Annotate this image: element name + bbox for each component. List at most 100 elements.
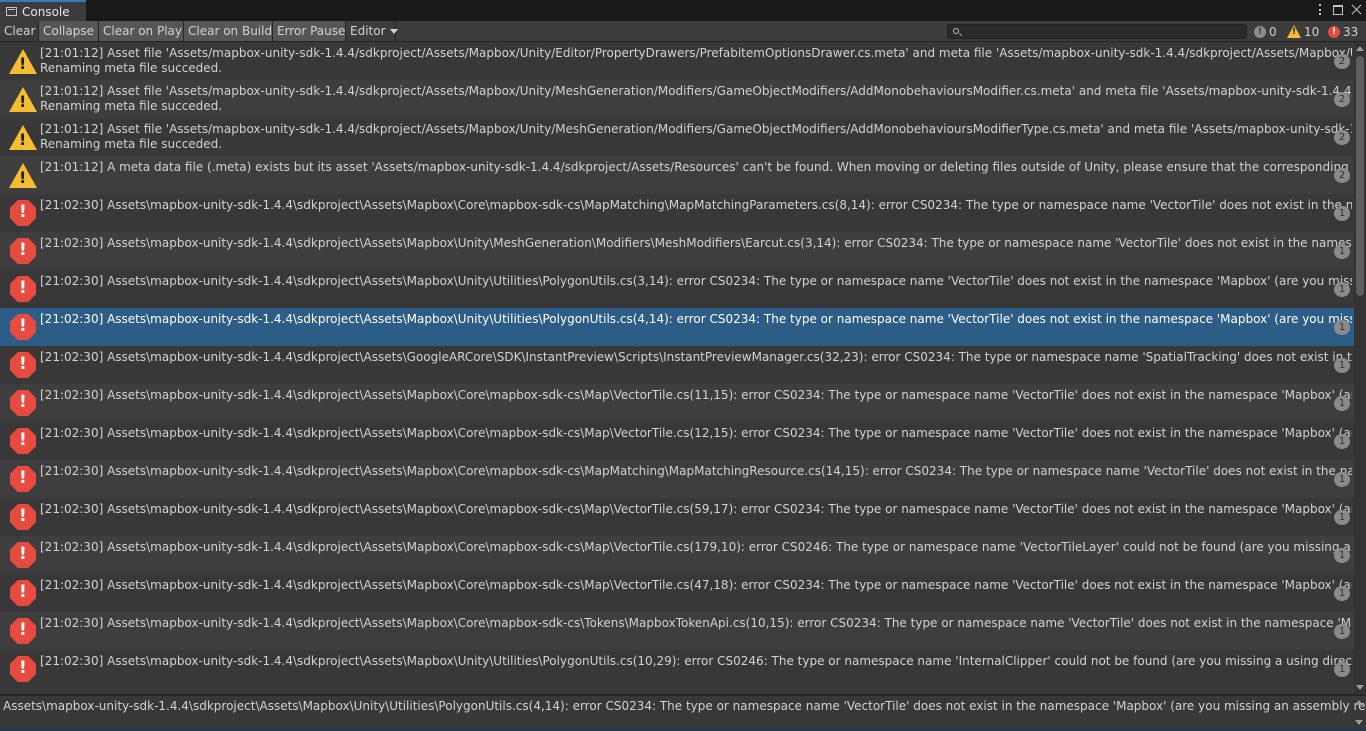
- log-entry-line1: [21:02:30] Assets\mapbox-unity-sdk-1.4.4…: [40, 236, 1352, 250]
- scrollbar-thumb[interactable]: [1356, 56, 1364, 296]
- log-entry-count-badge: 1: [1334, 586, 1350, 601]
- log-entry[interactable]: [21:01:12] Asset file 'Assets/mapbox-uni…: [0, 118, 1354, 156]
- log-entry-line1: [21:01:12] A meta data file (.meta) exis…: [40, 160, 1352, 174]
- error-icon: [9, 389, 37, 417]
- error-octagon-icon: [10, 656, 36, 682]
- log-entry[interactable]: [21:01:12] Asset file 'Assets/mapbox-uni…: [0, 42, 1354, 80]
- log-entry[interactable]: [21:02:30] Assets\mapbox-unity-sdk-1.4.4…: [0, 612, 1354, 650]
- log-entry[interactable]: [21:02:30] Assets\mapbox-unity-sdk-1.4.4…: [0, 346, 1354, 384]
- log-entry-count-badge: 2: [1334, 130, 1350, 145]
- log-entry-line1: [21:02:30] Assets\mapbox-unity-sdk-1.4.4…: [40, 616, 1352, 630]
- clear-button[interactable]: Clear: [0, 21, 39, 41]
- tab-console[interactable]: Console: [0, 0, 86, 21]
- clear-on-play-toggle[interactable]: Clear on Play: [99, 21, 184, 41]
- log-entry[interactable]: [21:02:30] Assets\mapbox-unity-sdk-1.4.4…: [0, 422, 1354, 460]
- warning-count-toggle[interactable]: 10: [1287, 23, 1319, 40]
- log-entry-count-badge: 2: [1334, 92, 1350, 107]
- log-entry-line2: Renaming meta file succeded.: [40, 61, 223, 75]
- search-input[interactable]: [964, 25, 1244, 38]
- log-entry[interactable]: [21:01:12] Asset file 'Assets/mapbox-uni…: [0, 80, 1354, 118]
- error-icon: [9, 275, 37, 303]
- log-entry-count-badge: 1: [1334, 662, 1350, 677]
- log-entry-line1: [21:01:12] Asset file 'Assets/mapbox-uni…: [40, 46, 1352, 60]
- error-icon: [9, 427, 37, 455]
- log-entry-count-badge: 2: [1334, 168, 1350, 183]
- error-icon: [9, 465, 37, 493]
- error-icon: [9, 351, 37, 379]
- window-tab-bar: Console: [0, 0, 1366, 21]
- log-entry-line1: [21:02:30] Assets\mapbox-unity-sdk-1.4.4…: [40, 274, 1352, 288]
- log-entry-count-badge: 1: [1334, 624, 1350, 639]
- warning-icon: [9, 123, 37, 151]
- log-entry-text: [21:02:30] Assets\mapbox-unity-sdk-1.4.4…: [40, 654, 1352, 669]
- log-entry-text: [21:02:30] Assets\mapbox-unity-sdk-1.4.4…: [40, 616, 1352, 631]
- maximize-icon[interactable]: [1333, 4, 1343, 15]
- console-icon: [6, 7, 17, 16]
- error-octagon-icon: [10, 276, 36, 302]
- log-entry-line1: [21:02:30] Assets\mapbox-unity-sdk-1.4.4…: [40, 540, 1352, 554]
- error-icon: [9, 579, 37, 607]
- detail-scroll-down-icon[interactable]: [1355, 720, 1363, 725]
- log-entry-text: [21:02:30] Assets\mapbox-unity-sdk-1.4.4…: [40, 312, 1352, 327]
- error-icon: !: [1328, 25, 1340, 38]
- collapse-toggle[interactable]: Collapse: [39, 21, 99, 41]
- log-entry[interactable]: [21:02:30] Assets\mapbox-unity-sdk-1.4.4…: [0, 232, 1354, 270]
- log-entry-text: [21:02:30] Assets\mapbox-unity-sdk-1.4.4…: [40, 274, 1352, 289]
- log-entry-count-badge: 1: [1334, 472, 1350, 487]
- log-scrollbar[interactable]: [1354, 42, 1366, 694]
- error-count-toggle[interactable]: ! 33: [1328, 23, 1358, 40]
- editor-dropdown[interactable]: Editor: [346, 21, 398, 41]
- log-entry-text: [21:02:30] Assets\mapbox-unity-sdk-1.4.4…: [40, 578, 1352, 593]
- log-entry-text: [21:01:12] A meta data file (.meta) exis…: [40, 160, 1352, 175]
- more-options-icon[interactable]: [1315, 3, 1325, 16]
- log-entry-line1: [21:02:30] Assets\mapbox-unity-sdk-1.4.4…: [40, 350, 1352, 364]
- log-entry-count-badge: 1: [1334, 282, 1350, 297]
- log-entry[interactable]: [21:01:12] A meta data file (.meta) exis…: [0, 156, 1354, 194]
- log-entry[interactable]: [21:02:30] Assets\mapbox-unity-sdk-1.4.4…: [0, 498, 1354, 536]
- clear-on-build-toggle[interactable]: Clear on Build: [184, 21, 273, 41]
- search-field[interactable]: [947, 24, 1247, 39]
- log-entry-text: [21:02:30] Assets\mapbox-unity-sdk-1.4.4…: [40, 350, 1352, 365]
- scroll-up-icon[interactable]: [1356, 46, 1364, 51]
- log-entry-line1: [21:02:30] Assets\mapbox-unity-sdk-1.4.4…: [40, 388, 1352, 402]
- log-entry-line2: Renaming meta file succeded.: [40, 137, 223, 151]
- error-icon: [9, 313, 37, 341]
- log-entry-count-badge: 1: [1334, 396, 1350, 411]
- error-icon: [9, 541, 37, 569]
- error-icon: [9, 199, 37, 227]
- log-entry-count-badge: 2: [1334, 54, 1350, 69]
- log-entry-count-badge: 1: [1334, 244, 1350, 259]
- error-octagon-icon: [10, 580, 36, 606]
- log-entry-text: [21:01:12] Asset file 'Assets/mapbox-uni…: [40, 46, 1352, 76]
- log-list[interactable]: [21:01:12] Asset file 'Assets/mapbox-uni…: [0, 42, 1354, 694]
- log-entry[interactable]: [21:02:30] Assets\mapbox-unity-sdk-1.4.4…: [0, 536, 1354, 574]
- error-pause-toggle[interactable]: Error Pause: [273, 21, 346, 41]
- log-entry[interactable]: [21:02:30] Assets\mapbox-unity-sdk-1.4.4…: [0, 460, 1354, 498]
- log-entry-text: [21:02:30] Assets\mapbox-unity-sdk-1.4.4…: [40, 426, 1352, 441]
- log-entry[interactable]: [21:02:30] Assets\mapbox-unity-sdk-1.4.4…: [0, 650, 1354, 688]
- console-toolbar: Clear Collapse Clear on Play Clear on Bu…: [0, 21, 1366, 42]
- log-entry[interactable]: [21:02:30] Assets\mapbox-unity-sdk-1.4.4…: [0, 270, 1354, 308]
- detail-scroll-up-icon[interactable]: [1355, 700, 1363, 705]
- error-octagon-icon: [10, 200, 36, 226]
- log-entry-line2: Renaming meta file succeded.: [40, 99, 223, 113]
- log-entry-count-badge: 1: [1334, 320, 1350, 335]
- info-count-toggle[interactable]: ! 0: [1254, 23, 1277, 40]
- tab-console-label: Console: [22, 4, 70, 19]
- error-icon: [9, 655, 37, 683]
- close-icon[interactable]: [1351, 4, 1362, 15]
- log-entry-count-badge: 1: [1334, 548, 1350, 563]
- log-entry[interactable]: [21:02:30] Assets\mapbox-unity-sdk-1.4.4…: [0, 574, 1354, 612]
- log-entry[interactable]: [21:02:30] Assets\mapbox-unity-sdk-1.4.4…: [0, 308, 1354, 346]
- warning-triangle-icon: [9, 49, 37, 74]
- log-entry-line1: [21:02:30] Assets\mapbox-unity-sdk-1.4.4…: [40, 312, 1352, 326]
- error-octagon-icon: [10, 504, 36, 530]
- warning-triangle-icon: [9, 87, 37, 112]
- log-entry-text: [21:02:30] Assets\mapbox-unity-sdk-1.4.4…: [40, 464, 1352, 479]
- log-entry-text: [21:01:12] Asset file 'Assets/mapbox-uni…: [40, 84, 1352, 114]
- log-entry[interactable]: [21:02:30] Assets\mapbox-unity-sdk-1.4.4…: [0, 194, 1354, 232]
- warning-icon: [9, 85, 37, 113]
- scroll-down-icon[interactable]: [1356, 685, 1364, 690]
- log-entry[interactable]: [21:02:30] Assets\mapbox-unity-sdk-1.4.4…: [0, 384, 1354, 422]
- warning-triangle-icon: [9, 125, 37, 150]
